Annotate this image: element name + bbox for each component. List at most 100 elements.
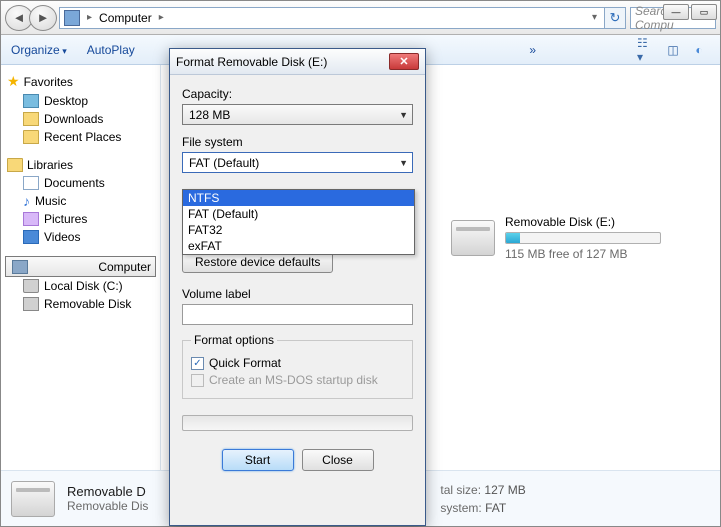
filesystem-select[interactable]: FAT (Default) ▼ (182, 152, 413, 173)
capacity-label: Capacity: (182, 87, 413, 101)
fs-option-ntfs[interactable]: NTFS (183, 190, 414, 206)
organize-menu[interactable]: Organize (11, 43, 67, 57)
quick-format-checkbox[interactable]: ✓ (191, 357, 204, 370)
msdos-disk-row: Create an MS-DOS startup disk (191, 373, 404, 387)
sidebar-item-recent[interactable]: Recent Places (5, 128, 156, 146)
format-dialog: Format Removable Disk (E:) ✕ Capacity: 1… (169, 48, 426, 526)
sidebar-item-pictures[interactable]: Pictures (5, 210, 156, 228)
sidebar-item-desktop[interactable]: Desktop (5, 92, 156, 110)
sidebar-item-label: Downloads (44, 112, 103, 126)
favorites-heading[interactable]: ★ Favorites (5, 71, 156, 92)
removable-icon (23, 297, 39, 311)
drive-tile-removable[interactable]: Removable Disk (E:) 115 MB free of 127 M… (451, 215, 710, 261)
maximize-button[interactable]: ▭ (691, 4, 717, 20)
minimize-button[interactable]: — (663, 4, 689, 20)
fs-option-fat-default[interactable]: FAT (Default) (183, 206, 414, 222)
address-bar[interactable]: ▸ Computer ▸ ▾ (59, 7, 605, 29)
quick-format-label: Quick Format (209, 356, 281, 370)
disk-icon (23, 279, 39, 293)
msdos-label: Create an MS-DOS startup disk (209, 373, 378, 387)
drive-info: Removable Disk (E:) 115 MB free of 127 M… (505, 215, 661, 261)
sidebar-item-label: Music (35, 194, 66, 208)
breadcrumb-computer[interactable]: Computer (99, 11, 152, 25)
navigation-bar: ◄ ► ▸ Computer ▸ ▾ ↻ Search Compu (1, 1, 720, 35)
star-icon: ★ (7, 73, 20, 90)
libraries-icon (7, 158, 23, 172)
computer-icon (12, 260, 28, 274)
details-subtitle: Removable Dis (67, 499, 148, 513)
more-commands[interactable]: » (529, 43, 536, 57)
sidebar-item-videos[interactable]: Videos (5, 228, 156, 246)
storage-progress (505, 232, 661, 244)
format-options-group: Format options ✓ Quick Format Create an … (182, 333, 413, 399)
sidebar-item-label: Recent Places (44, 130, 121, 144)
view-options-button[interactable]: ☷ ▾ (636, 40, 658, 60)
music-icon: ♪ (23, 194, 30, 208)
chevron-down-icon: ▼ (399, 158, 408, 168)
sidebar-item-downloads[interactable]: Downloads (5, 110, 156, 128)
fs-option-fat32[interactable]: FAT32 (183, 222, 414, 238)
chevron-down-icon[interactable]: ▾ (589, 12, 600, 23)
filesystem-value: FAT (Default) (189, 156, 259, 170)
total-size-label: tal size: (440, 483, 481, 497)
dialog-title: Format Removable Disk (E:) (176, 55, 389, 69)
fs-option-exfat[interactable]: exFAT (183, 238, 414, 254)
computer-heading[interactable]: Computer (5, 256, 156, 277)
sidebar-item-local-disk[interactable]: Local Disk (C:) (5, 277, 156, 295)
filesystem-dropdown: NTFS FAT (Default) FAT32 exFAT (182, 189, 415, 255)
navigation-tree: ★ Favorites Desktop Downloads Recent Pla… (1, 65, 161, 470)
chevron-down-icon: ▼ (399, 110, 408, 120)
document-icon (23, 176, 39, 190)
total-size-value: 127 MB (484, 483, 525, 497)
view-controls: ☷ ▾ ◫ ◐ (636, 40, 710, 60)
downloads-icon (23, 112, 39, 126)
sidebar-item-music[interactable]: ♪ Music (5, 192, 156, 210)
sidebar-item-label: Desktop (44, 94, 88, 108)
start-button[interactable]: Start (222, 449, 294, 471)
details-title: Removable D (67, 484, 148, 499)
chevron-right-icon: ▸ (156, 12, 167, 23)
format-options-legend: Format options (191, 333, 277, 347)
format-progress (182, 415, 413, 431)
recent-icon (23, 130, 39, 144)
removable-drive-icon (451, 220, 495, 256)
close-dialog-button[interactable]: Close (302, 449, 374, 471)
filesystem-value: FAT (485, 501, 506, 515)
forward-button[interactable]: ► (29, 5, 57, 31)
desktop-icon (23, 94, 39, 108)
computer-label: Computer (98, 260, 151, 274)
preview-pane-button[interactable]: ◫ (662, 40, 684, 60)
msdos-checkbox (191, 374, 204, 387)
volume-label-label: Volume label (182, 287, 413, 301)
videos-icon (23, 230, 39, 244)
sidebar-item-label: Documents (44, 176, 105, 190)
sidebar-item-removable-disk[interactable]: Removable Disk (5, 295, 156, 313)
details-properties: tal size: 127 MB system: FAT (440, 481, 525, 517)
filesystem-label: File system (182, 135, 413, 149)
computer-icon (64, 10, 80, 26)
sidebar-item-documents[interactable]: Documents (5, 174, 156, 192)
favorites-label: Favorites (24, 75, 73, 89)
capacity-select[interactable]: 128 MB ▼ (182, 104, 413, 125)
refresh-button[interactable]: ↻ (604, 7, 626, 29)
filesystem-label: system: (440, 501, 481, 515)
sidebar-item-label: Pictures (44, 212, 87, 226)
volume-label-input[interactable] (182, 304, 413, 325)
close-button[interactable]: ✕ (389, 53, 419, 70)
autoplay-button[interactable]: AutoPlay (87, 43, 135, 57)
help-button[interactable]: ◐ (688, 40, 710, 60)
sidebar-item-label: Local Disk (C:) (44, 279, 123, 293)
quick-format-row[interactable]: ✓ Quick Format (191, 356, 404, 370)
pictures-icon (23, 212, 39, 226)
drive-free-text: 115 MB free of 127 MB (505, 247, 661, 261)
chevron-right-icon: ▸ (84, 12, 95, 23)
sidebar-item-label: Removable Disk (44, 297, 131, 311)
removable-drive-icon (11, 481, 55, 517)
libraries-heading[interactable]: Libraries (5, 156, 156, 174)
sidebar-item-label: Videos (44, 230, 80, 244)
nav-back-forward: ◄ ► (5, 5, 53, 31)
window-controls: — ▭ (663, 4, 717, 20)
dialog-titlebar[interactable]: Format Removable Disk (E:) ✕ (170, 49, 425, 75)
capacity-value: 128 MB (189, 108, 230, 122)
drive-name: Removable Disk (E:) (505, 215, 661, 229)
